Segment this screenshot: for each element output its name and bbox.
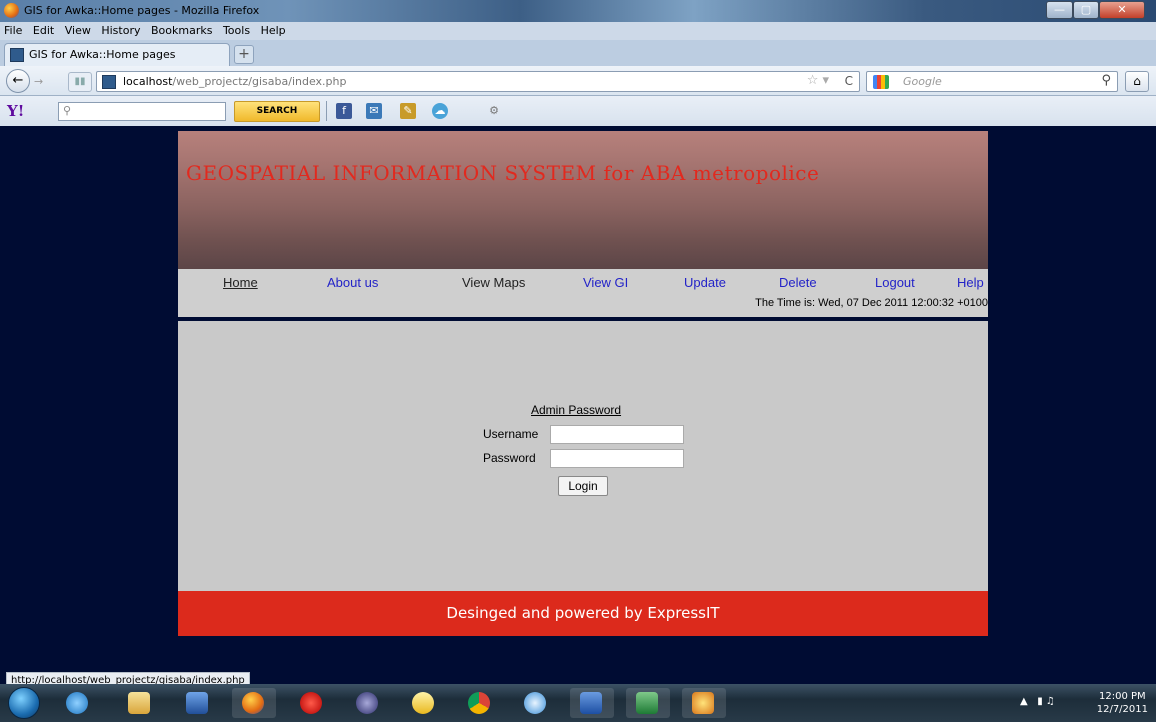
word-icon bbox=[580, 692, 602, 714]
system-tray-icons[interactable]: ▲ ▮ ♫ bbox=[1020, 696, 1055, 707]
start-button[interactable] bbox=[8, 687, 40, 719]
nav-delete-link[interactable]: Delete bbox=[779, 275, 817, 290]
menu-bookmarks[interactable]: Bookmarks bbox=[151, 22, 212, 40]
search-placeholder: Google bbox=[903, 75, 942, 88]
taskbar-media-player[interactable] bbox=[176, 688, 220, 718]
media-player-icon bbox=[186, 692, 208, 714]
reload-icon[interactable]: C bbox=[845, 74, 853, 88]
settings-gear-icon[interactable]: ⚙ bbox=[486, 103, 502, 119]
bars-icon[interactable]: ▮▮ bbox=[68, 72, 92, 92]
admin-password-heading: Admin Password bbox=[531, 403, 622, 417]
app-icon bbox=[412, 692, 434, 714]
minimize-button[interactable]: — bbox=[1046, 1, 1073, 19]
taskbar-internet-explorer[interactable] bbox=[56, 688, 100, 718]
menu-edit[interactable]: Edit bbox=[33, 22, 54, 40]
menu-view[interactable]: View bbox=[65, 22, 91, 40]
url-text: localhost/web_projectz/gisaba/index.php bbox=[123, 75, 346, 88]
yahoo-search-input[interactable]: ⚲ bbox=[58, 102, 226, 121]
site-nav: Home About us View Maps View GI Update D… bbox=[178, 269, 988, 317]
firefox-icon bbox=[4, 3, 19, 18]
taskbar-eclipse[interactable] bbox=[346, 688, 390, 718]
search-icon: ⚲ bbox=[63, 104, 72, 117]
taskbar-word[interactable] bbox=[570, 688, 614, 718]
login-panel: Admin Password Username Password Login bbox=[178, 321, 988, 591]
google-icon bbox=[873, 75, 889, 89]
current-time-text: The Time is: Wed, 07 Dec 2011 12:00:32 +… bbox=[755, 297, 988, 309]
star-app-icon bbox=[692, 692, 714, 714]
clock-date: 12/7/2011 bbox=[1096, 704, 1148, 715]
taskbar-app-star[interactable] bbox=[682, 688, 726, 718]
tab-label: GIS for Awka::Home pages bbox=[29, 48, 176, 61]
close-button[interactable]: ✕ bbox=[1099, 1, 1145, 19]
nav-view-maps-link[interactable]: View Maps bbox=[462, 275, 525, 290]
facebook-icon[interactable]: f bbox=[336, 103, 352, 119]
clock-time: 12:00 PM bbox=[1099, 691, 1146, 702]
ie-icon bbox=[66, 692, 88, 714]
notes-icon[interactable]: ✎ bbox=[400, 103, 416, 119]
window-title-bar: GIS for Awka::Home pages - Mozilla Firef… bbox=[0, 0, 1156, 22]
bookmark-star-icon[interactable]: ☆ ▾ bbox=[807, 73, 829, 88]
taskbar-firefox[interactable] bbox=[232, 688, 276, 718]
tab-active[interactable]: GIS for Awka::Home pages bbox=[4, 43, 230, 66]
menu-file[interactable]: File bbox=[4, 22, 22, 40]
login-button[interactable]: Login bbox=[558, 476, 608, 496]
weather-icon[interactable]: ☁ bbox=[432, 103, 448, 119]
nav-update-link[interactable]: Update bbox=[684, 275, 726, 290]
yahoo-search-button[interactable]: SEARCH bbox=[234, 101, 320, 122]
yahoo-logo[interactable]: Y! bbox=[7, 102, 24, 120]
menu-history[interactable]: History bbox=[101, 22, 140, 40]
url-host: localhost bbox=[123, 75, 173, 88]
nav-help-link[interactable]: Help bbox=[957, 275, 984, 290]
toolbar-divider bbox=[326, 101, 327, 121]
url-path: /web_projectz/gisaba/index.php bbox=[172, 75, 347, 88]
menu-help[interactable]: Help bbox=[261, 22, 286, 40]
firefox-icon bbox=[242, 692, 264, 714]
taskbar-chrome[interactable] bbox=[458, 688, 502, 718]
chrome-icon bbox=[468, 692, 490, 714]
system-clock[interactable]: 12:00 PM 12/7/2011 bbox=[1097, 690, 1148, 716]
site-favicon-icon bbox=[10, 48, 24, 62]
taskbar-explorer[interactable] bbox=[118, 688, 162, 718]
opera-icon bbox=[300, 692, 322, 714]
username-input[interactable] bbox=[550, 425, 684, 444]
mail-icon[interactable]: ✉ bbox=[366, 103, 382, 119]
search-box[interactable]: Google ⚲ bbox=[866, 71, 1118, 92]
address-bar[interactable]: localhost/web_projectz/gisaba/index.php … bbox=[96, 71, 860, 92]
yahoo-toolbar: Y! ⚲ SEARCH f ✉ ✎ ☁ ⚙ bbox=[0, 96, 1156, 126]
nav-logout-link[interactable]: Logout bbox=[875, 275, 915, 290]
nav-home-link[interactable]: Home bbox=[223, 275, 258, 290]
forward-button[interactable]: → bbox=[34, 73, 64, 91]
taskbar-app-yellow[interactable] bbox=[402, 688, 446, 718]
excel-icon bbox=[636, 692, 658, 714]
nav-view-gi-link[interactable]: View GI bbox=[583, 275, 628, 290]
eclipse-icon bbox=[356, 692, 378, 714]
folder-icon bbox=[128, 692, 150, 714]
site-title: GEOSPATIAL INFORMATION SYSTEM for ABA me… bbox=[186, 161, 820, 185]
menu-bar: File Edit View History Bookmarks Tools H… bbox=[0, 22, 1156, 40]
password-label: Password bbox=[483, 451, 536, 465]
password-input[interactable] bbox=[550, 449, 684, 468]
maximize-button[interactable]: ▢ bbox=[1073, 1, 1099, 19]
navigation-toolbar: ← → ▮▮ localhost/web_projectz/gisaba/ind… bbox=[0, 66, 1156, 96]
new-tab-button[interactable]: + bbox=[234, 45, 254, 64]
browser-viewport: GEOSPATIAL INFORMATION SYSTEM for ABA me… bbox=[0, 126, 1156, 690]
menu-tools[interactable]: Tools bbox=[223, 22, 250, 40]
back-button[interactable]: ← bbox=[6, 69, 30, 93]
nav-about-link[interactable]: About us bbox=[327, 275, 378, 290]
site-banner: GEOSPATIAL INFORMATION SYSTEM for ABA me… bbox=[178, 131, 988, 269]
windows-taskbar: ▲ ▮ ♫ 12:00 PM 12/7/2011 bbox=[0, 684, 1156, 722]
window-title: GIS for Awka::Home pages - Mozilla Firef… bbox=[24, 4, 260, 17]
taskbar-excel[interactable] bbox=[626, 688, 670, 718]
safari-icon bbox=[524, 692, 546, 714]
taskbar-opera[interactable] bbox=[290, 688, 334, 718]
home-button[interactable]: ⌂ bbox=[1125, 71, 1149, 92]
site-identity-icon bbox=[102, 75, 116, 89]
taskbar-safari[interactable] bbox=[514, 688, 558, 718]
tab-strip: GIS for Awka::Home pages + bbox=[0, 40, 1156, 66]
username-label: Username bbox=[483, 427, 539, 441]
site-footer: Desinged and powered by ExpressIT bbox=[178, 591, 988, 636]
search-icon[interactable]: ⚲ bbox=[1101, 73, 1111, 88]
